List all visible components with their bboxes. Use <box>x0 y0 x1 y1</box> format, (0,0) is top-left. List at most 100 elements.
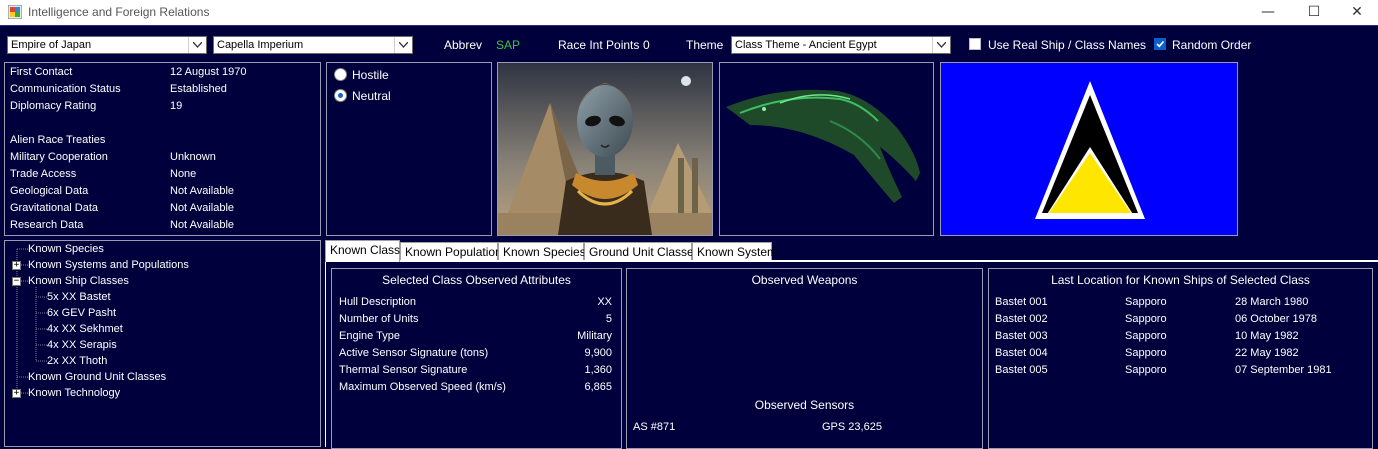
tree-known-species[interactable]: Known Species <box>28 243 104 255</box>
theme-select[interactable]: Class Theme - Ancient Egypt <box>731 36 951 54</box>
ship-name[interactable]: Bastet 003 <box>995 330 1048 342</box>
observed-sensors-title: Observed Sensors <box>754 398 855 412</box>
first-contact-label: First Contact <box>10 66 73 78</box>
alien-race-select-value: Capella Imperium <box>217 39 304 51</box>
race-portrait[interactable] <box>497 62 713 236</box>
tree-known-ship-classes[interactable]: Known Ship Classes <box>28 275 129 287</box>
tree-known-systems[interactable]: Known Systems and Populations <box>28 259 189 271</box>
treaty-value: Unknown <box>170 151 216 163</box>
chevron-down-icon[interactable] <box>932 37 950 53</box>
tree-known-technology[interactable]: Known Technology <box>28 387 120 399</box>
known-class-tab-content: Selected Class Observed Attributes Hull … <box>325 260 1378 449</box>
flag-graphic <box>1035 81 1145 219</box>
ship-location: Sapporo <box>1125 313 1167 325</box>
communication-status-label: Communication Status <box>10 83 121 95</box>
treaty-value: Not Available <box>170 219 235 231</box>
use-real-names-label[interactable]: Use Real Ship / Class Names <box>988 38 1146 52</box>
attribute-label: Hull Description <box>339 296 417 308</box>
observed-weapons-title: Observed Weapons <box>751 273 858 287</box>
diplomacy-info-panel: First Contact 12 August 1970 Communicati… <box>4 62 321 236</box>
attribute-label: Maximum Observed Speed (km/s) <box>339 381 506 393</box>
collapse-minus-icon[interactable]: − <box>12 277 21 286</box>
tree-ship-class[interactable]: 4x XX Sekhmet <box>47 323 123 335</box>
attribute-value: 9,900 <box>584 347 612 359</box>
window-title: Intelligence and Foreign Relations <box>28 5 210 19</box>
tab-known-population[interactable]: Known Population <box>400 242 502 261</box>
tab-known-system[interactable]: Known System <box>692 242 777 261</box>
random-order-label[interactable]: Random Order <box>1172 38 1251 52</box>
attribute-value: 6,865 <box>584 381 612 393</box>
tree-ship-class[interactable]: 4x XX Serapis <box>47 339 117 351</box>
close-button[interactable]: ✕ <box>1334 0 1378 25</box>
chevron-down-icon[interactable] <box>394 37 412 53</box>
tab-ground-unit-classes[interactable]: Ground Unit Classes <box>584 242 700 261</box>
attribute-label: Number of Units <box>339 313 419 325</box>
hostile-label[interactable]: Hostile <box>352 68 389 82</box>
last-location-group: Last Location for Known Ships of Selecte… <box>988 268 1373 449</box>
checkmark-icon <box>1156 40 1165 48</box>
treaty-value: Not Available <box>170 202 235 214</box>
alien-race-select[interactable]: Capella Imperium <box>213 36 413 54</box>
observed-weapons-group: Observed Weapons Observed Sensors AS #87… <box>626 268 983 449</box>
expand-plus-icon[interactable]: + <box>12 261 21 270</box>
neutral-radio[interactable] <box>334 89 347 102</box>
ship-date: 06 October 1978 <box>1235 313 1317 325</box>
ship-name[interactable]: Bastet 002 <box>995 313 1048 325</box>
tree-ship-class[interactable]: 6x GEV Pasht <box>47 307 116 319</box>
race-flag[interactable] <box>940 62 1238 236</box>
maximize-button[interactable]: ☐ <box>1291 0 1337 25</box>
intel-tree: Known Species + Known Systems and Popula… <box>4 240 321 447</box>
attribute-value: Military <box>577 330 612 342</box>
last-location-title: Last Location for Known Ships of Selecte… <box>1051 273 1310 287</box>
race-int-points-label: Race Int Points <box>558 38 640 52</box>
random-order-checkbox[interactable] <box>1154 38 1166 50</box>
chevron-down-icon[interactable] <box>188 37 206 53</box>
treaty-label: Gravitational Data <box>10 202 99 214</box>
ship-name[interactable]: Bastet 004 <box>995 347 1048 359</box>
treaty-label: Research Data <box>10 219 84 231</box>
class-attributes-title: Selected Class Observed Attributes <box>382 273 571 287</box>
race-int-points-value: 0 <box>643 38 650 52</box>
ship-name[interactable]: Bastet 005 <box>995 364 1048 376</box>
neutral-label[interactable]: Neutral <box>352 89 391 103</box>
abbrev-value[interactable]: SAP <box>496 38 520 52</box>
treaty-label: Trade Access <box>10 168 77 180</box>
ship-date: 07 September 1981 <box>1235 364 1332 376</box>
ship-date: 10 May 1982 <box>1235 330 1299 342</box>
tab-known-class[interactable]: Known Class <box>325 240 400 262</box>
tab-known-species[interactable]: Known Species <box>498 242 586 261</box>
minimize-button[interactable]: — <box>1245 0 1291 25</box>
use-real-names-checkbox[interactable] <box>969 38 981 50</box>
attribute-value: 5 <box>605 313 612 325</box>
expand-plus-icon[interactable]: + <box>12 389 21 398</box>
toolbar: Empire of Japan Capella Imperium Abbrev … <box>0 25 1378 63</box>
ship-location: Sapporo <box>1125 364 1167 376</box>
ship-date: 22 May 1982 <box>1235 347 1299 359</box>
ship-image-graphic <box>720 63 933 235</box>
tree-ship-class[interactable]: 5x XX Bastet <box>47 291 111 303</box>
ship-location: Sapporo <box>1125 296 1167 308</box>
treaty-value: Not Available <box>170 185 235 197</box>
theme-label: Theme <box>686 38 724 52</box>
ship-name[interactable]: Bastet 001 <box>995 296 1048 308</box>
sensor-entry: GPS 23,625 <box>822 421 882 433</box>
theme-select-value: Class Theme - Ancient Egypt <box>735 39 877 51</box>
hostile-radio[interactable] <box>334 68 347 81</box>
class-attributes-group: Selected Class Observed Attributes Hull … <box>331 268 622 449</box>
communication-status-value: Established <box>170 83 227 95</box>
attribute-label: Active Sensor Signature (tons) <box>339 347 489 359</box>
empire-select[interactable]: Empire of Japan <box>7 36 207 54</box>
diplomacy-rating-value: 19 <box>170 100 183 112</box>
treaties-title: Alien Race Treaties <box>10 134 106 146</box>
abbrev-label: Abbrev <box>444 38 483 52</box>
treaty-value: None <box>170 168 197 180</box>
first-contact-value: 12 August 1970 <box>170 66 247 78</box>
tree-ship-class[interactable]: 2x XX Thoth <box>47 355 107 367</box>
tree-known-ground-units[interactable]: Known Ground Unit Classes <box>28 371 166 383</box>
diplomacy-rating-label: Diplomacy Rating <box>10 100 97 112</box>
sensor-entry: AS #871 <box>633 421 676 433</box>
treaty-label: Geological Data <box>10 185 89 197</box>
ship-image[interactable] <box>719 62 934 236</box>
stance-panel: Hostile Neutral <box>326 62 492 236</box>
treaty-label: Military Cooperation <box>10 151 108 163</box>
